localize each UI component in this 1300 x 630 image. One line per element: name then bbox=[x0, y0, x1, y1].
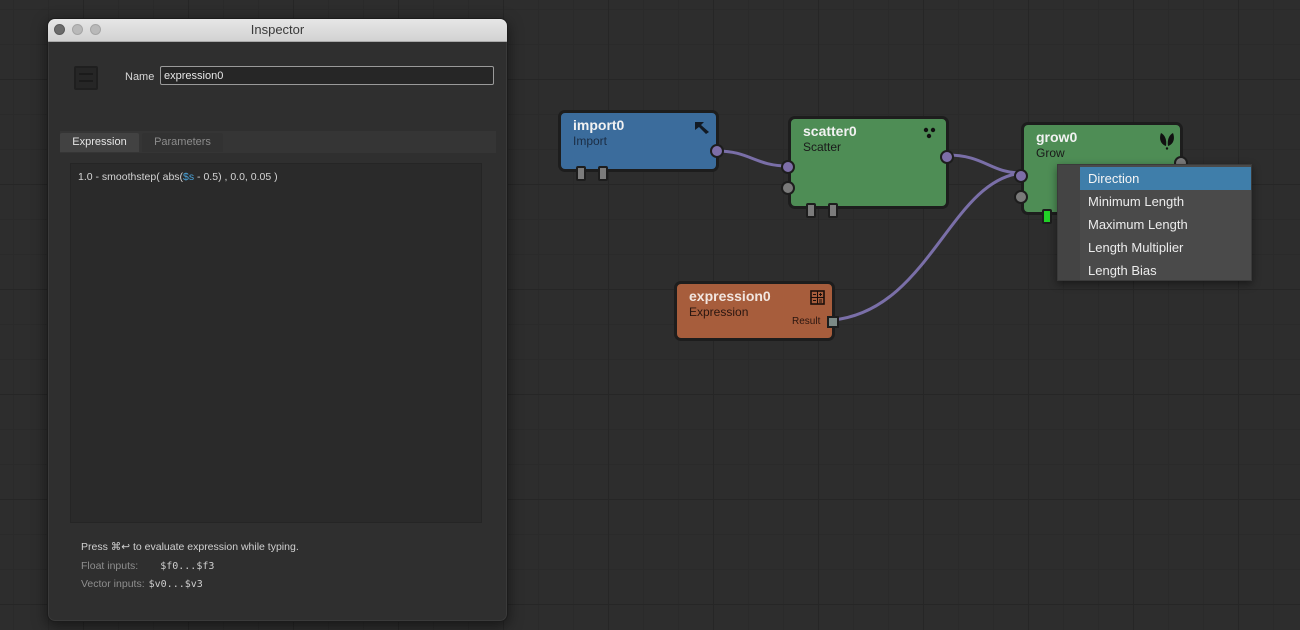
code-text: - 0.5) , 0.0, 0.05 ) bbox=[194, 171, 278, 183]
inspector-window: Inspector Name Expression Parameters 1.0… bbox=[47, 18, 508, 622]
menu-item-minimum-length[interactable]: Minimum Length bbox=[1080, 190, 1251, 213]
menu-item-length-multiplier[interactable]: Length Multiplier bbox=[1080, 236, 1251, 259]
dots-icon bbox=[923, 127, 936, 139]
help-vector-inputs: Vector inputs: $v0...$v3 bbox=[81, 578, 203, 590]
float-inputs-label: Float inputs: bbox=[81, 560, 139, 572]
output-label: Result bbox=[792, 316, 821, 327]
close-window-button[interactable] bbox=[54, 24, 65, 35]
zoom-window-button[interactable] bbox=[90, 24, 101, 35]
node-title: scatter0 bbox=[803, 123, 857, 139]
input-port[interactable] bbox=[1014, 190, 1028, 204]
menu-item-length-bias[interactable]: Length Bias bbox=[1080, 259, 1251, 282]
expression-code: 1.0 - smoothstep( abs($s - 0.5) , 0.0, 0… bbox=[78, 171, 278, 183]
node-title: import0 bbox=[573, 117, 625, 133]
inspector-tabs: Expression Parameters bbox=[60, 131, 496, 153]
node-title: grow0 bbox=[1036, 129, 1078, 145]
tab-expression[interactable]: Expression bbox=[60, 133, 139, 152]
wire-import-to-scatter bbox=[716, 149, 789, 168]
help-float-inputs: Float inputs: $f0...$f3 bbox=[81, 560, 214, 572]
inspector-title: Inspector bbox=[250, 22, 305, 37]
output-port[interactable] bbox=[940, 150, 954, 164]
result-output-port[interactable] bbox=[827, 316, 839, 328]
node-title: expression0 bbox=[689, 288, 771, 304]
arrow-cursor-icon bbox=[695, 122, 709, 134]
window-controls bbox=[54, 24, 101, 35]
calculator-icon bbox=[810, 290, 825, 305]
node-scatter0[interactable]: scatter0 Scatter bbox=[781, 116, 954, 218]
node-type: Grow bbox=[1036, 146, 1065, 160]
input-tab-port[interactable] bbox=[598, 166, 608, 181]
wire-scatter-to-grow bbox=[946, 153, 1023, 175]
input-port[interactable] bbox=[781, 181, 795, 195]
code-variable: $s bbox=[183, 171, 195, 183]
vector-inputs-label: Vector inputs: bbox=[81, 578, 145, 590]
parameter-menu: Direction Minimum Length Maximum Length … bbox=[1057, 164, 1252, 281]
inspector-titlebar[interactable]: Inspector bbox=[48, 19, 507, 42]
tab-parameters[interactable]: Parameters bbox=[142, 133, 223, 152]
float-inputs-value: $f0...$f3 bbox=[160, 561, 215, 572]
menu-item-direction[interactable]: Direction bbox=[1080, 167, 1251, 190]
input-port[interactable] bbox=[781, 160, 795, 174]
menu-item-maximum-length[interactable]: Maximum Length bbox=[1080, 213, 1251, 236]
leaf-icon bbox=[1160, 133, 1174, 150]
name-field[interactable] bbox=[160, 66, 494, 85]
input-tab-port[interactable] bbox=[806, 203, 816, 218]
input-tab-port[interactable] bbox=[828, 203, 838, 218]
code-text: 1.0 - smoothstep( abs( bbox=[78, 171, 184, 183]
input-port[interactable] bbox=[1014, 169, 1028, 183]
node-type: Scatter bbox=[803, 140, 842, 154]
node-type: Import bbox=[573, 134, 608, 148]
node-expression0[interactable]: expression0 Expression Result bbox=[674, 281, 839, 341]
node-type: Expression bbox=[689, 305, 749, 319]
expression-node-icon bbox=[74, 66, 98, 90]
output-port[interactable] bbox=[710, 144, 724, 158]
help-evaluate-hint: Press ⌘↩ to evaluate expression while ty… bbox=[81, 541, 299, 553]
minimize-window-button[interactable] bbox=[72, 24, 83, 35]
active-tab-port[interactable] bbox=[1042, 209, 1052, 224]
expression-editor[interactable]: 1.0 - smoothstep( abs($s - 0.5) , 0.0, 0… bbox=[70, 163, 482, 523]
node-import0[interactable]: import0 Import bbox=[558, 110, 724, 181]
input-tab-port[interactable] bbox=[576, 166, 586, 181]
name-label: Name bbox=[125, 71, 155, 83]
vector-inputs-value: $v0...$v3 bbox=[148, 579, 203, 590]
